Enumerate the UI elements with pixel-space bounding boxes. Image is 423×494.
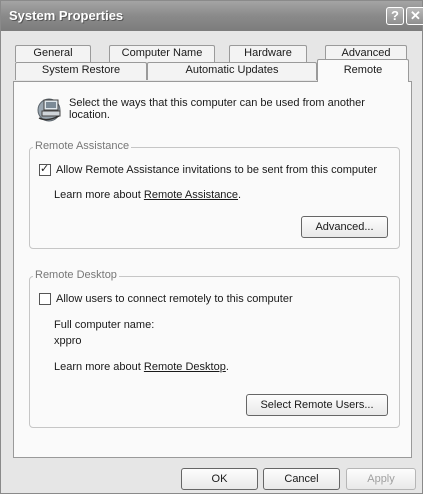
remote-assistance-learn-more: Learn more about Remote Assistance.: [54, 189, 241, 201]
remote-computer-icon: [37, 98, 61, 122]
remote-assistance-group-label: Remote Assistance: [33, 140, 132, 152]
close-button[interactable]: ✕: [406, 7, 423, 25]
help-button[interactable]: ?: [386, 7, 404, 25]
cancel-button[interactable]: Cancel: [263, 468, 340, 490]
remote-desktop-checkbox[interactable]: [39, 293, 51, 305]
advanced-button[interactable]: Advanced...: [301, 216, 388, 238]
full-computer-name-label: Full computer name:: [54, 319, 155, 331]
ok-button[interactable]: OK: [181, 468, 258, 490]
tab-general[interactable]: General: [15, 45, 91, 62]
title-bar[interactable]: System Properties ? ✕: [1, 1, 423, 31]
remote-desktop-checkbox-label[interactable]: Allow users to connect remotely to this …: [56, 293, 293, 305]
intro-text: Select the ways that this computer can b…: [69, 97, 365, 121]
select-remote-users-button[interactable]: Select Remote Users...: [246, 394, 388, 416]
learn-more-suffix: .: [238, 189, 242, 201]
tab-automatic-updates[interactable]: Automatic Updates: [147, 62, 317, 80]
remote-desktop-group-label: Remote Desktop: [33, 269, 119, 281]
learn-more-suffix: .: [225, 361, 229, 373]
tab-computer-name[interactable]: Computer Name: [109, 45, 215, 62]
tab-remote[interactable]: Remote: [317, 59, 409, 82]
remote-desktop-learn-more: Learn more about Remote Desktop.: [54, 361, 229, 373]
learn-more-prefix: Learn more about: [54, 189, 144, 201]
remote-assistance-checkbox[interactable]: [39, 162, 51, 176]
window-title: System Properties: [9, 8, 124, 23]
system-properties-window: System Properties ? ✕ General Computer N…: [0, 0, 423, 494]
remote-desktop-link[interactable]: Remote Desktop: [144, 361, 226, 373]
tab-hardware[interactable]: Hardware: [229, 45, 307, 62]
tab-system-restore[interactable]: System Restore: [15, 62, 147, 80]
full-computer-name-value: xppro: [54, 335, 82, 347]
apply-button: Apply: [346, 468, 416, 490]
learn-more-prefix: Learn more about: [54, 361, 144, 373]
remote-assistance-link[interactable]: Remote Assistance: [144, 189, 238, 201]
remote-assistance-checkbox-label[interactable]: Allow Remote Assistance invitations to b…: [56, 164, 377, 176]
